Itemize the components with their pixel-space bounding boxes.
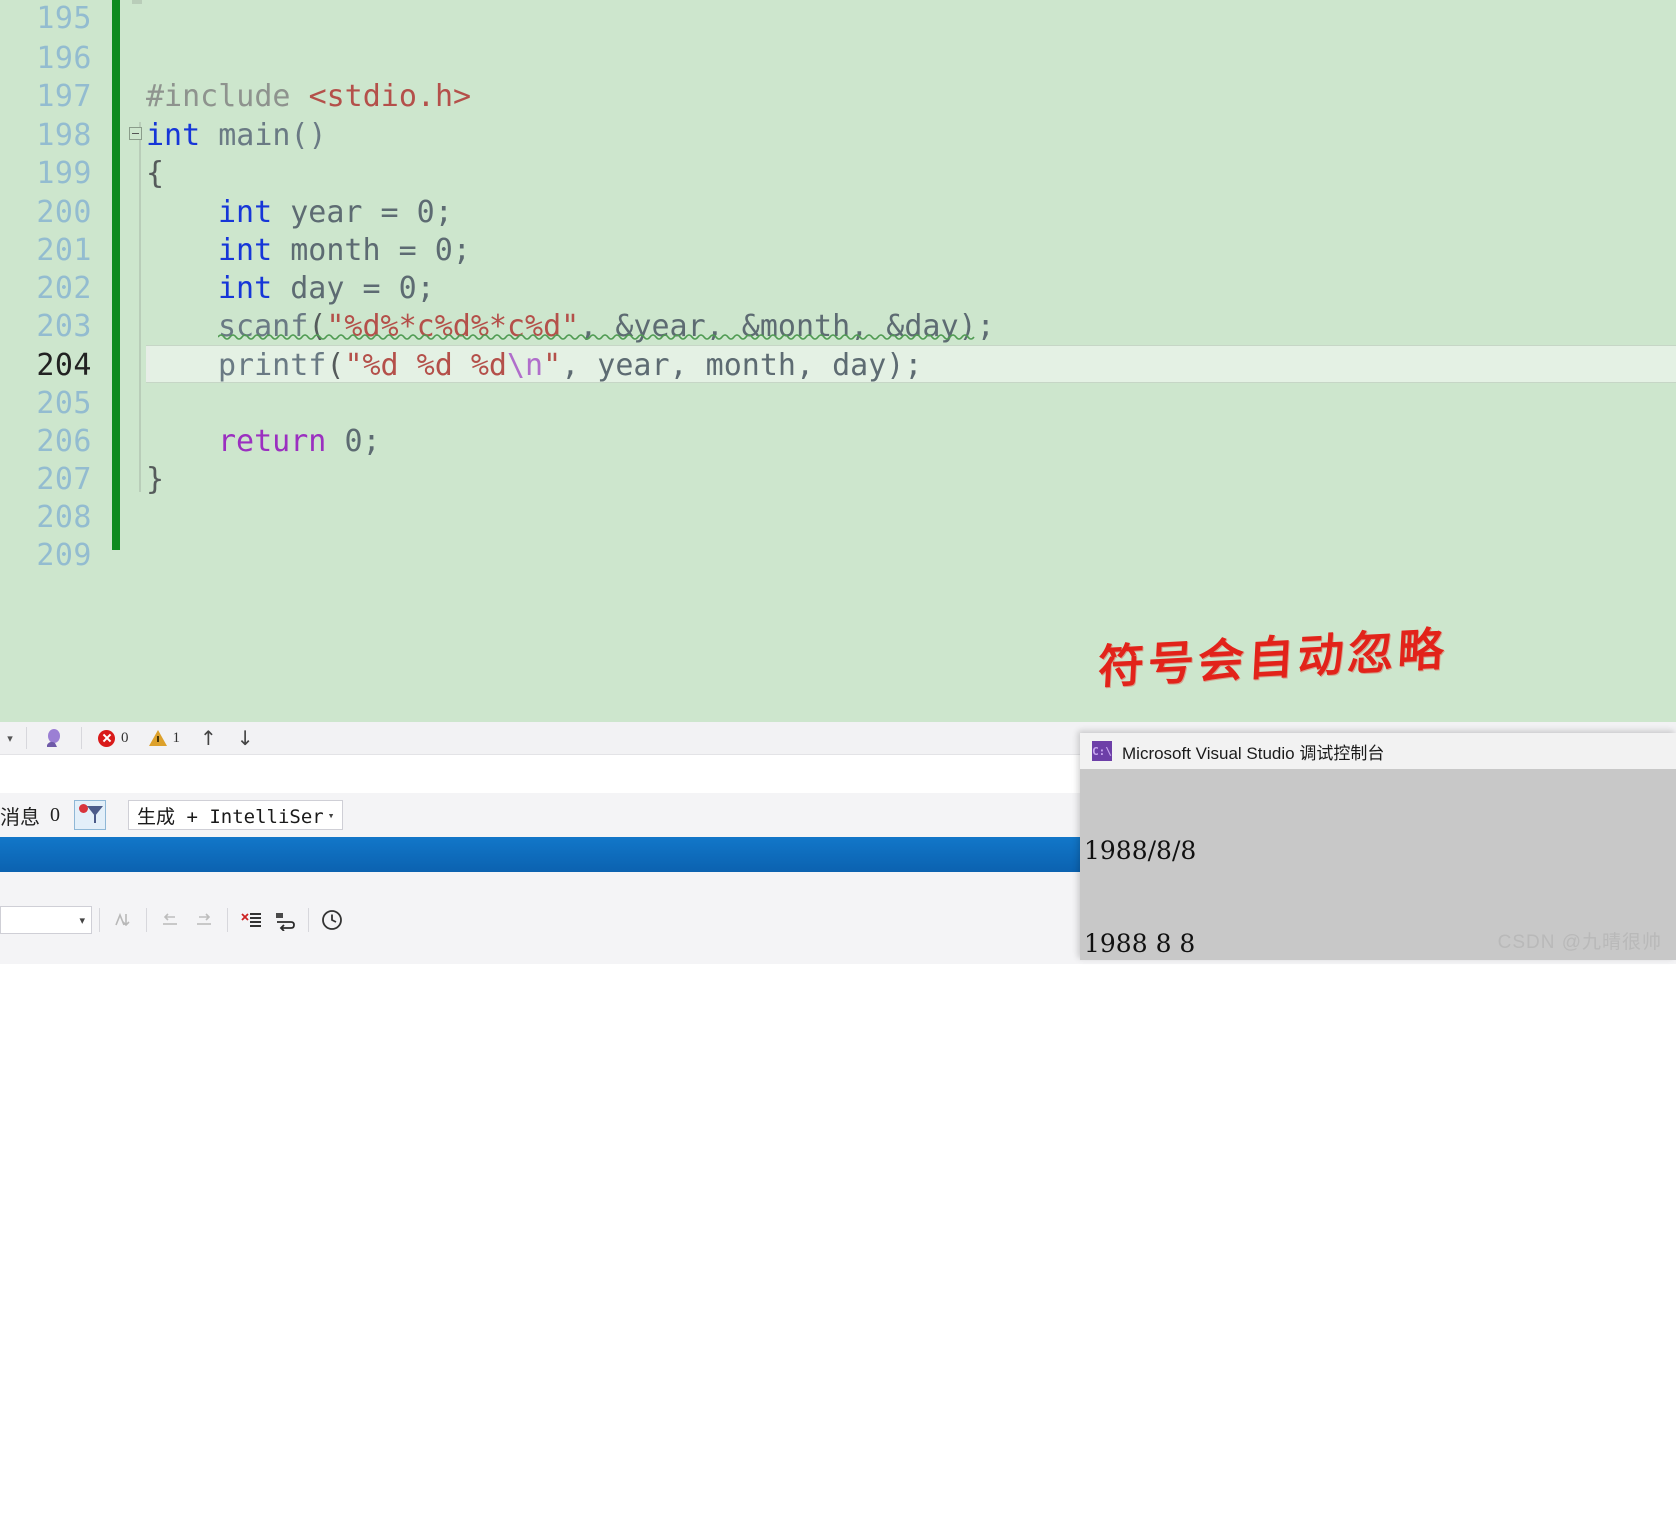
keyword-int: int [218, 271, 273, 306]
sort-icon[interactable] [107, 905, 139, 935]
console-title-bar[interactable]: C:\ Microsoft Visual Studio 调试控制台 [1080, 733, 1676, 770]
arrow-up-icon: ↑ [200, 726, 217, 750]
code-line-open-brace: { [146, 155, 164, 193]
function-printf: printf [218, 348, 327, 383]
warning-count-label: 1 [172, 729, 181, 746]
code-line-include: #include <stdio.h> [146, 78, 471, 116]
warning-count-item[interactable]: 1 [139, 724, 191, 752]
code-line-decl-month: int month = 0; [218, 232, 471, 270]
keyword-return: return [218, 424, 327, 459]
return-value: 0; [344, 424, 381, 459]
keyword-int: int [146, 118, 201, 153]
header-name: <stdio.h> [308, 79, 472, 114]
console-title-text: Microsoft Visual Studio 调试控制台 [1122, 743, 1385, 763]
toolbar-divider [81, 727, 82, 749]
error-icon [98, 729, 115, 747]
chevron-down-icon[interactable]: ▾ [0, 724, 20, 752]
filter-toggle-button[interactable] [74, 800, 106, 830]
code-editor[interactable]: 195 196 197 198 199 200 201 202 203 204 … [0, 0, 1676, 722]
next-error-button[interactable]: ↓ [227, 724, 264, 752]
prev-icon[interactable] [154, 905, 186, 935]
warning-icon [148, 730, 167, 746]
message-count: 0 [50, 803, 60, 826]
error-count-item[interactable]: 0 [88, 724, 139, 752]
decl-day: day = 0; [290, 271, 435, 306]
console-app-icon: C:\ [1092, 741, 1112, 761]
code-line-main: int main() [146, 117, 327, 155]
previous-error-button[interactable]: ↑ [190, 724, 227, 752]
code-line-return: return 0; [218, 423, 381, 461]
keyword-int: int [218, 195, 273, 230]
printf-format-head: "%d %d %d [344, 348, 507, 383]
keyword-int: int [218, 233, 273, 268]
history-icon[interactable] [316, 905, 348, 935]
funnel-stem-icon [94, 815, 96, 823]
function-main: main() [218, 118, 327, 153]
message-label: 消息 [0, 806, 40, 829]
intellisense-head-icon[interactable] [33, 724, 75, 752]
toolbar-divider [99, 908, 100, 932]
printf-format-tail: " [543, 348, 562, 383]
toolbar-divider [26, 727, 27, 749]
brace-open: { [146, 156, 165, 191]
build-scope-value: 生成 + IntelliSer [137, 805, 324, 828]
build-scope-selector[interactable]: 生成 + IntelliSer ▾ [128, 800, 344, 830]
arrow-down-icon: ↓ [236, 726, 254, 750]
decl-year: year = 0; [290, 195, 453, 230]
toolbar-divider [146, 908, 147, 932]
output-source-selector[interactable]: ▾ [0, 906, 92, 934]
console-line: 1988/8/8 [1084, 836, 1197, 865]
person-head-icon [43, 727, 65, 749]
wrap-text-icon[interactable] [269, 905, 301, 935]
code-line-scanf: scanf("%d%*c%d%*c%d", &year, &month, &da… [218, 309, 995, 344]
toolbar-divider [308, 908, 309, 932]
printf-arguments: , year, month, day); [561, 348, 923, 383]
chevron-down-icon: ▾ [79, 914, 85, 927]
brace-close: } [146, 462, 165, 497]
escape-sequence: \n [507, 348, 544, 383]
code-line-printf: printf("%d %d %d\n", year, month, day); [218, 348, 923, 383]
error-count-label: 0 [121, 729, 129, 746]
preprocessor-directive: #include [146, 79, 291, 114]
csdn-watermark: CSDN @九晴很帅 [1497, 932, 1662, 953]
clear-list-icon[interactable] [235, 905, 267, 935]
code-line-close-brace: } [146, 461, 164, 499]
next-icon[interactable] [188, 905, 220, 935]
code-line-decl-day: int day = 0; [218, 270, 435, 308]
debug-console-window[interactable]: C:\ Microsoft Visual Studio 调试控制台 1988/8… [1080, 733, 1676, 960]
decl-month: month = 0; [290, 233, 471, 268]
code-line-decl-year: int year = 0; [218, 194, 453, 232]
toolbar-divider [227, 908, 228, 932]
error-squiggle-underline [218, 332, 978, 340]
chevron-down-icon: ▾ [327, 808, 335, 822]
